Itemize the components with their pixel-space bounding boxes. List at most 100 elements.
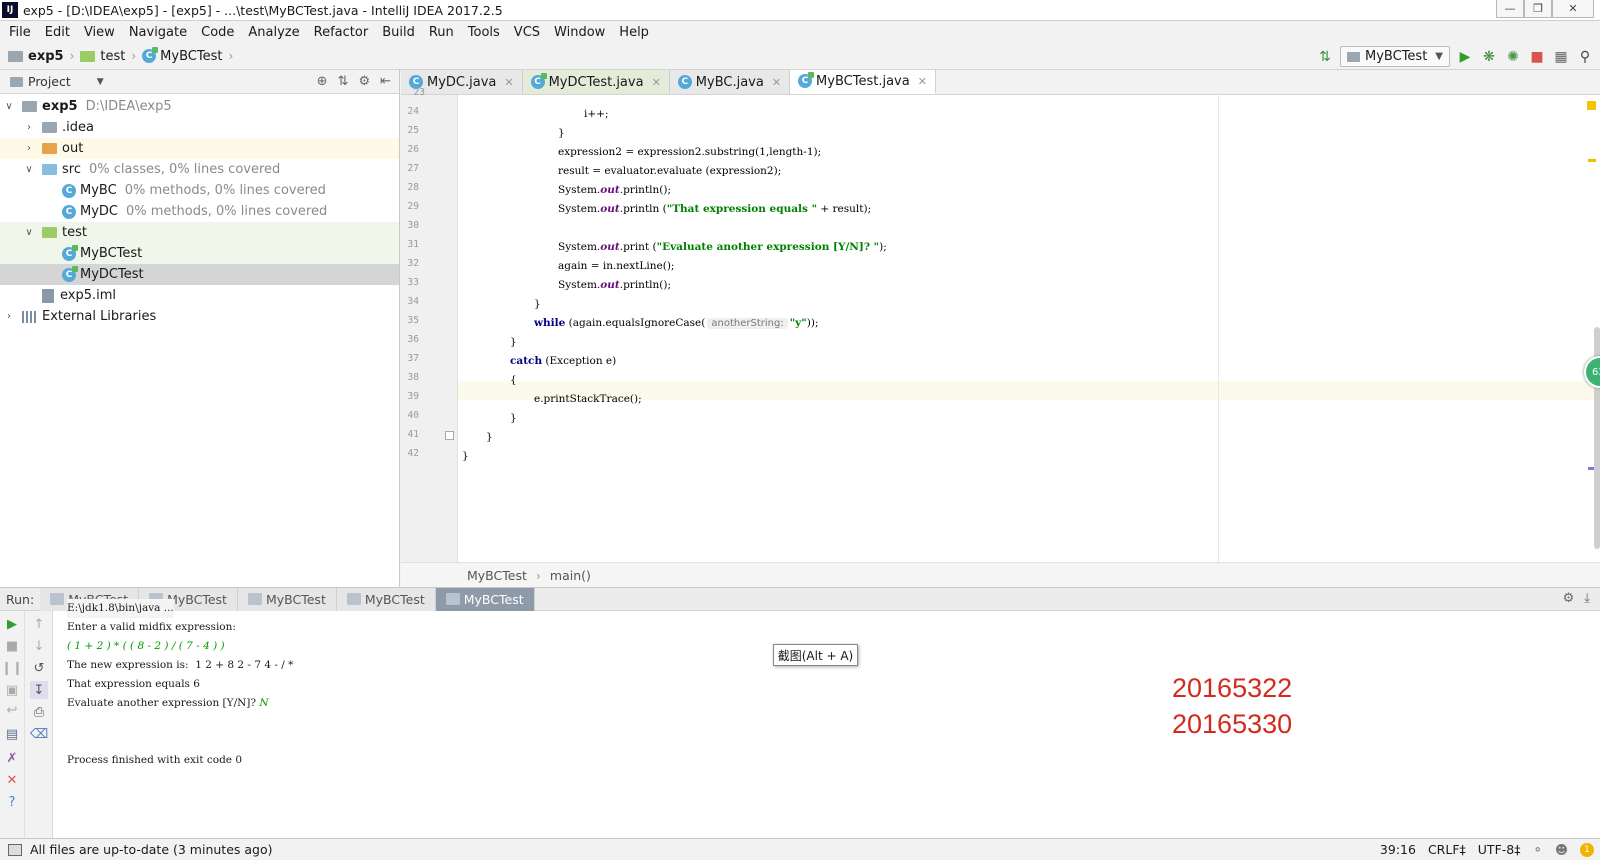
- run-tab[interactable]: MyBCTest: [237, 587, 337, 611]
- tree-node-test[interactable]: ∨ test: [0, 222, 399, 243]
- debug-icon[interactable]: ❋: [1480, 48, 1498, 66]
- tree-node-root[interactable]: ∨ exp5 D:\IDEA\exp5: [0, 96, 399, 117]
- run-tab[interactable]: MyBCTest: [336, 587, 436, 611]
- caret-position[interactable]: 39:16: [1380, 842, 1416, 857]
- project-view-select[interactable]: Project: [28, 74, 71, 89]
- tree-node-out[interactable]: › out: [0, 138, 399, 159]
- menu-window[interactable]: Window: [547, 25, 612, 40]
- clear-all-icon[interactable]: ⌫: [30, 725, 48, 743]
- source-folder-icon: [42, 164, 57, 175]
- tree-node-mydc[interactable]: C MyDC 0% methods, 0% lines covered: [0, 201, 399, 222]
- nav-crumb-class[interactable]: C MyBCTest ›: [142, 47, 233, 64]
- chevron-right-icon: ›: [69, 49, 75, 63]
- pin-icon[interactable]: ✗: [3, 749, 21, 767]
- warning-marker-icon[interactable]: [1587, 101, 1596, 110]
- code-editor[interactable]: 23 24 25 26 27 28 29 30 31 32 33 34 35 3…: [401, 87, 1600, 562]
- menu-help[interactable]: Help: [612, 25, 656, 40]
- project-structure-icon[interactable]: ▦: [1552, 48, 1570, 66]
- chevron-down-icon[interactable]: ∨: [22, 164, 36, 175]
- close-icon[interactable]: ✕: [652, 76, 661, 89]
- chevron-right-icon[interactable]: ›: [22, 122, 36, 133]
- code-string: "Evaluate another expression [Y/N]? ": [656, 241, 880, 253]
- dump-threads-icon[interactable]: ▣: [3, 681, 21, 699]
- soft-wrap-icon[interactable]: ↺: [30, 659, 48, 677]
- tree-node-idea[interactable]: › .idea: [0, 117, 399, 138]
- run-tab-active[interactable]: MyBCTest: [435, 587, 535, 611]
- menu-tools[interactable]: Tools: [461, 25, 507, 40]
- locate-icon[interactable]: ⊕: [317, 74, 328, 89]
- layout-icon[interactable]: ▤: [3, 725, 21, 743]
- scroll-to-end-icon[interactable]: ↧: [30, 681, 48, 699]
- close-icon[interactable]: ✕: [918, 75, 927, 88]
- pause-icon[interactable]: ❙❙: [1, 659, 23, 677]
- scroll-mark[interactable]: [1588, 159, 1596, 162]
- tree-node-iml[interactable]: exp5.iml: [0, 285, 399, 306]
- chevron-right-icon[interactable]: ›: [22, 143, 36, 154]
- menu-build[interactable]: Build: [375, 25, 422, 40]
- event-log-icon[interactable]: 1: [1580, 842, 1594, 857]
- line-separator-select[interactable]: CRLF‡: [1428, 842, 1466, 857]
- tree-node-src[interactable]: ∨ src 0% classes, 0% lines covered: [0, 159, 399, 180]
- tab-mybc[interactable]: C MyBC.java ✕: [669, 70, 791, 94]
- chevron-right-icon[interactable]: ›: [2, 311, 16, 322]
- close-window-button[interactable]: ✕: [1552, 0, 1594, 18]
- code-area[interactable]: i++; } expression2 = expression2.substri…: [458, 95, 1600, 562]
- inspector-icon[interactable]: ☻: [1555, 842, 1568, 857]
- tree-node-mydctest[interactable]: C MyDCTest: [0, 264, 399, 285]
- menu-analyze[interactable]: Analyze: [241, 25, 306, 40]
- hide-icon[interactable]: ⇤: [380, 74, 391, 89]
- coverage-icon[interactable]: ✺: [1504, 48, 1522, 66]
- run-panel-tools: ⚙ ⤓: [1563, 591, 1590, 606]
- menu-code[interactable]: Code: [194, 25, 241, 40]
- help-icon[interactable]: ?: [3, 793, 21, 811]
- run-config-select[interactable]: MyBCTest ▼: [1340, 46, 1450, 67]
- chevron-down-icon[interactable]: ▼: [97, 77, 104, 87]
- tree-node-mybctest[interactable]: C MyBCTest: [0, 243, 399, 264]
- nav-crumb-test[interactable]: test ›: [80, 49, 136, 64]
- close-icon[interactable]: ✕: [772, 76, 781, 89]
- breadcrumb-method[interactable]: main(): [550, 568, 591, 583]
- line-number-gutter: 23 24 25 26 27 28 29 30 31 32 33 34 35 3…: [401, 87, 458, 562]
- print-icon[interactable]: ⎙: [30, 703, 48, 721]
- tree-node-libraries[interactable]: › External Libraries: [0, 306, 399, 327]
- chevron-down-icon[interactable]: ∨: [22, 227, 36, 238]
- tab-mybctest[interactable]: C MyBCTest.java ✕: [790, 70, 936, 94]
- restore-button[interactable]: ❐: [1524, 0, 1552, 18]
- lock-icon[interactable]: ⚬: [1532, 842, 1542, 857]
- rerun-icon[interactable]: ▶: [3, 615, 21, 633]
- menu-vcs[interactable]: VCS: [507, 25, 547, 40]
- test-class-icon: C: [62, 244, 78, 261]
- encoding-select[interactable]: UTF-8‡: [1478, 842, 1521, 857]
- close-icon[interactable]: ✕: [504, 76, 513, 89]
- stop-icon[interactable]: ■: [3, 637, 21, 655]
- gear-icon[interactable]: ⚙: [358, 74, 370, 89]
- menu-edit[interactable]: Edit: [38, 25, 77, 40]
- hide-icon[interactable]: ⤓: [1584, 591, 1590, 606]
- menu-refactor[interactable]: Refactor: [307, 25, 376, 40]
- menu-view[interactable]: View: [77, 25, 122, 40]
- console-line: The new expression is: 1 2 + 8 2 - 7 4 -…: [67, 659, 294, 671]
- run-icon[interactable]: ▶: [1456, 48, 1474, 66]
- menu-run[interactable]: Run: [422, 25, 461, 40]
- chevron-down-icon[interactable]: ∨: [2, 101, 16, 112]
- tool-windows-icon[interactable]: [8, 843, 22, 856]
- gear-icon[interactable]: ⚙: [1563, 591, 1575, 606]
- collapse-icon[interactable]: ⇅: [338, 74, 349, 89]
- exit-icon[interactable]: ↩: [3, 701, 21, 719]
- arrow-down-icon[interactable]: ↓: [30, 637, 48, 655]
- nav-crumb-project[interactable]: exp5 ›: [8, 49, 74, 64]
- search-icon[interactable]: ⚲: [1576, 48, 1594, 66]
- tab-mydctest[interactable]: C MyDCTest.java ✕: [522, 70, 670, 94]
- arrow-up-icon[interactable]: ↑: [30, 615, 48, 633]
- close-icon[interactable]: ✕: [3, 771, 21, 789]
- code-token: + result);: [817, 203, 872, 215]
- fold-icon[interactable]: [445, 431, 454, 440]
- tree-node-mybc[interactable]: C MyBC 0% methods, 0% lines covered: [0, 180, 399, 201]
- minimize-button[interactable]: —: [1496, 0, 1524, 18]
- breadcrumb-class[interactable]: MyBCTest: [467, 568, 527, 583]
- stop-icon[interactable]: ■: [1528, 48, 1546, 66]
- line-number: 26: [407, 144, 419, 155]
- sort-icon[interactable]: ⇅: [1316, 48, 1334, 66]
- menu-navigate[interactable]: Navigate: [122, 25, 194, 40]
- menu-file[interactable]: File: [2, 25, 38, 40]
